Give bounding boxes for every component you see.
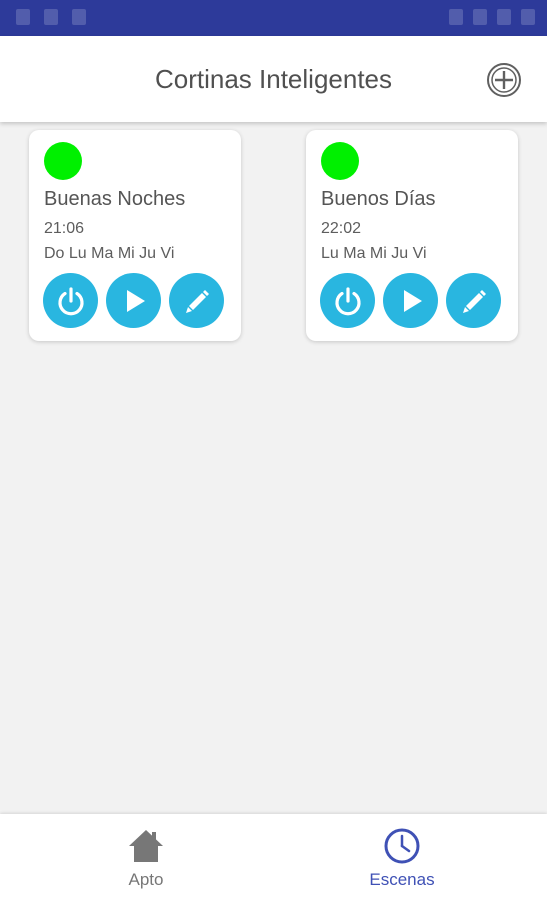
bottom-navigation: Apto Escenas (0, 814, 547, 900)
play-button[interactable] (383, 273, 438, 328)
scene-time: 22:02 (321, 220, 362, 237)
play-icon (126, 289, 145, 312)
status-system-icons (449, 9, 535, 25)
nav-label: Escenas (369, 870, 435, 889)
scene-card[interactable]: Buenas Noches 21:06 Do Lu Ma Mi Ju Vi (29, 130, 241, 341)
scene-time: 21:06 (44, 220, 85, 237)
add-scene-button[interactable] (486, 62, 522, 98)
scene-days: Lu Ma Mi Ju Vi (321, 245, 427, 262)
notification-icon (44, 9, 58, 25)
power-button[interactable] (320, 273, 375, 328)
play-icon (403, 289, 422, 312)
signal-icon (497, 9, 511, 25)
power-icon (57, 286, 84, 315)
phone-icon (449, 9, 463, 25)
scene-status-indicator (44, 142, 82, 180)
edit-button[interactable] (169, 273, 224, 328)
status-notifications (16, 9, 86, 25)
status-bar (0, 0, 547, 36)
app-bar: Cortinas Inteligentes (0, 36, 547, 122)
scene-card[interactable]: Buenos Días 22:02 Lu Ma Mi Ju Vi (306, 130, 518, 341)
scene-name: Buenos Días (321, 188, 436, 210)
page-title: Cortinas Inteligentes (154, 64, 393, 94)
add-circle-icon (487, 63, 521, 97)
scene-actions (320, 273, 501, 328)
battery-icon (521, 9, 535, 25)
edit-button[interactable] (446, 273, 501, 328)
nav-item-escenas[interactable]: Escenas (332, 814, 472, 900)
notification-icon (16, 9, 30, 25)
wifi-icon (473, 9, 487, 25)
scene-name: Buenas Noches (44, 188, 186, 210)
power-icon (334, 286, 361, 315)
scene-actions (43, 273, 224, 328)
notification-icon (72, 9, 86, 25)
scene-days: Do Lu Ma Mi Ju Vi (44, 245, 175, 262)
pencil-icon (185, 289, 209, 313)
play-button[interactable] (106, 273, 161, 328)
clock-icon (384, 828, 420, 864)
scene-status-indicator (321, 142, 359, 180)
home-icon (129, 830, 163, 862)
nav-item-apto[interactable]: Apto (76, 814, 216, 900)
pencil-icon (462, 289, 486, 313)
nav-label: Apto (128, 870, 164, 889)
power-button[interactable] (43, 273, 98, 328)
